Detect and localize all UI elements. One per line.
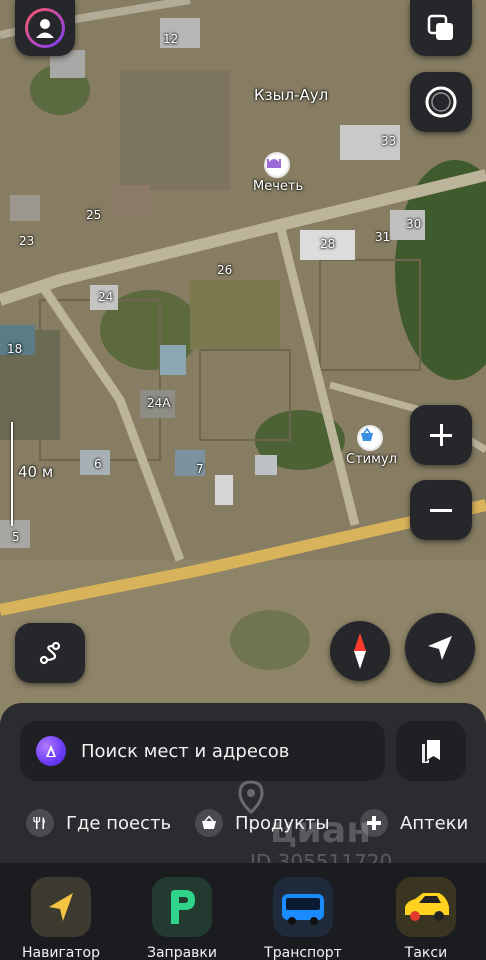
minus-icon xyxy=(430,509,452,512)
avatar-icon xyxy=(25,8,65,48)
category-label: Где поесть xyxy=(66,812,172,834)
house-number: 24А xyxy=(147,396,171,410)
tab-navigator[interactable]: Навигатор xyxy=(16,877,106,960)
mosque-icon[interactable] xyxy=(264,152,290,178)
category-pharmacy[interactable]: Аптеки xyxy=(360,803,468,843)
tab-taxi[interactable]: Такси xyxy=(381,877,471,960)
tab-label: Транспорт xyxy=(264,945,342,960)
tab-label: Заправки xyxy=(147,945,217,960)
route-button[interactable] xyxy=(15,623,85,683)
compass-icon xyxy=(354,633,366,669)
house-number: 24 xyxy=(98,290,114,304)
watermark-brand: циан xyxy=(270,810,372,851)
house-number: 31 xyxy=(375,230,391,244)
zoom-out-button[interactable] xyxy=(410,480,472,540)
house-number: 26 xyxy=(217,263,233,277)
bottom-tab-bar: Навигатор Заправки Транспорт Такси xyxy=(0,863,486,960)
profile-button[interactable] xyxy=(15,0,75,56)
navigator-icon xyxy=(31,877,91,937)
house-number: 18 xyxy=(7,342,23,356)
scale-bar xyxy=(11,422,13,526)
layers-icon xyxy=(427,14,453,40)
poi-label-mosque[interactable]: Мечеть xyxy=(253,179,303,194)
village-name: Кзыл-Аул xyxy=(254,86,329,104)
house-number: 7 xyxy=(196,462,204,476)
house-number: 5 xyxy=(12,530,20,544)
bookmarks-icon xyxy=(422,740,440,763)
route-icon xyxy=(39,641,61,665)
category-label: Аптеки xyxy=(400,812,469,834)
tab-fuel[interactable]: Заправки xyxy=(137,877,227,960)
layers-button[interactable] xyxy=(410,0,472,56)
house-number: 28 xyxy=(320,237,336,251)
alice-search-icon[interactable] xyxy=(36,736,66,766)
scale-label: 40 м xyxy=(18,463,54,481)
house-number: 12 xyxy=(163,32,179,46)
search-placeholder: Поиск мест и адресов xyxy=(81,740,290,762)
fork-knife-icon xyxy=(26,809,54,837)
category-food[interactable]: Где поесть xyxy=(26,803,171,843)
plus-icon xyxy=(430,424,452,446)
zoom-in-button[interactable] xyxy=(410,405,472,465)
bookmarks-button[interactable] xyxy=(396,721,466,781)
compass-button[interactable] xyxy=(330,621,390,681)
house-number: 33 xyxy=(381,134,397,148)
my-location-button[interactable] xyxy=(405,613,475,683)
taxi-icon xyxy=(396,877,456,937)
tab-label: Такси xyxy=(404,945,448,960)
map-pin-icon xyxy=(238,780,264,814)
fuel-icon xyxy=(152,877,212,937)
shopping-basket-icon[interactable] xyxy=(357,425,383,451)
house-number: 23 xyxy=(19,234,35,248)
tab-label: Навигатор xyxy=(22,945,100,960)
house-number: 6 xyxy=(94,457,102,471)
tab-transport[interactable]: Транспорт xyxy=(258,877,348,960)
search-input[interactable]: Поиск мест и адресов xyxy=(20,721,385,781)
house-number: 25 xyxy=(86,208,102,222)
house-number: 30 xyxy=(406,217,422,231)
alice-icon xyxy=(425,86,457,118)
poi-label-shop[interactable]: Стимул xyxy=(346,452,397,467)
bus-icon xyxy=(273,877,333,937)
location-arrow-icon xyxy=(428,636,452,660)
basket-icon xyxy=(195,809,223,837)
alice-button[interactable] xyxy=(410,72,472,132)
